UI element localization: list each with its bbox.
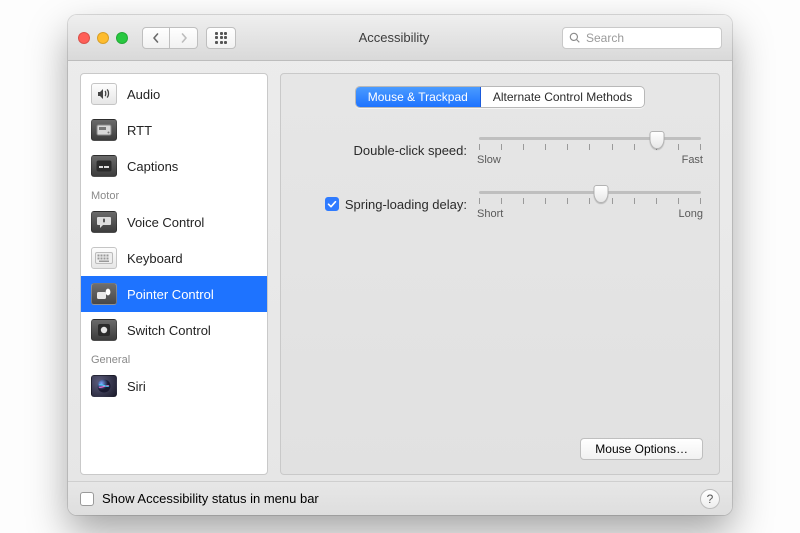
- show-status-checkbox[interactable]: [80, 492, 94, 506]
- double-click-speed-label: Double-click speed:: [354, 143, 467, 158]
- switch-icon: [91, 319, 117, 341]
- sidebar-item-switch-control[interactable]: Switch Control: [81, 312, 267, 348]
- captions-icon: [91, 155, 117, 177]
- help-button[interactable]: ?: [700, 489, 720, 509]
- grid-icon: [215, 32, 227, 44]
- back-button[interactable]: [142, 27, 170, 49]
- window-title: Accessibility: [244, 30, 554, 45]
- nav-buttons: [142, 27, 198, 49]
- double-click-speed-row: Double-click speed: Slow Fast: [297, 134, 703, 166]
- sidebar-item-label: Keyboard: [127, 251, 183, 266]
- sidebar-item-captions[interactable]: Captions: [81, 148, 267, 184]
- sidebar-item-label: Switch Control: [127, 323, 211, 338]
- sidebar-item-keyboard[interactable]: Keyboard: [81, 240, 267, 276]
- sidebar-item-label: Captions: [127, 159, 178, 174]
- slider-min-label: Short: [477, 208, 503, 220]
- slider-thumb[interactable]: [594, 185, 609, 203]
- zoom-window-button[interactable]: [116, 32, 128, 44]
- sidebar-item-label: Siri: [127, 379, 146, 394]
- spring-loading-checkbox[interactable]: [325, 197, 339, 211]
- slider-min-label: Slow: [477, 154, 501, 166]
- window-controls: [78, 32, 128, 44]
- sidebar-item-audio[interactable]: Audio: [81, 76, 267, 112]
- window-footer: Show Accessibility status in menu bar ?: [68, 481, 732, 515]
- mic-bubble-icon: [91, 211, 117, 233]
- slider-max-label: Fast: [682, 154, 703, 166]
- siri-icon: [91, 375, 117, 397]
- sidebar-item-pointer-control[interactable]: Pointer Control: [81, 276, 267, 312]
- sidebar-section-general: General: [81, 348, 267, 368]
- sidebar-item-label: RTT: [127, 123, 152, 138]
- tab-group: Mouse & Trackpad Alternate Control Metho…: [355, 86, 645, 108]
- show-all-prefs-button[interactable]: [206, 27, 236, 49]
- sidebar-item-label: Pointer Control: [127, 287, 214, 302]
- rtt-icon: [91, 119, 117, 141]
- tab-mouse-trackpad[interactable]: Mouse & Trackpad: [356, 87, 481, 107]
- search-field[interactable]: Search: [562, 27, 722, 49]
- category-sidebar[interactable]: Audio RTT Captions Motor: [80, 73, 268, 475]
- forward-button[interactable]: [170, 27, 198, 49]
- spring-loading-label: Spring-loading delay:: [345, 197, 467, 212]
- spring-loading-slider[interactable]: [479, 188, 701, 204]
- spring-loading-row: Spring-loading delay: Short Long: [297, 188, 703, 220]
- sidebar-item-siri[interactable]: Siri: [81, 368, 267, 404]
- search-placeholder: Search: [586, 31, 624, 45]
- keyboard-icon: [91, 247, 117, 269]
- search-icon: [569, 32, 581, 44]
- double-click-speed-slider[interactable]: [479, 134, 701, 150]
- sidebar-item-label: Audio: [127, 87, 160, 102]
- slider-max-label: Long: [679, 208, 703, 220]
- accessibility-window: Accessibility Search Audio RTT: [68, 15, 732, 515]
- show-status-label: Show Accessibility status in menu bar: [102, 491, 319, 506]
- sidebar-section-motor: Motor: [81, 184, 267, 204]
- sidebar-item-label: Voice Control: [127, 215, 204, 230]
- close-window-button[interactable]: [78, 32, 90, 44]
- slider-thumb[interactable]: [649, 131, 664, 149]
- window-toolbar: Accessibility Search: [68, 15, 732, 61]
- pointer-icon: [91, 283, 117, 305]
- speaker-icon: [91, 83, 117, 105]
- sidebar-item-voice-control[interactable]: Voice Control: [81, 204, 267, 240]
- sidebar-item-rtt[interactable]: RTT: [81, 112, 267, 148]
- settings-panel: Mouse & Trackpad Alternate Control Metho…: [280, 73, 720, 475]
- mouse-options-button[interactable]: Mouse Options…: [580, 438, 703, 460]
- minimize-window-button[interactable]: [97, 32, 109, 44]
- tab-alternate-control[interactable]: Alternate Control Methods: [481, 87, 644, 107]
